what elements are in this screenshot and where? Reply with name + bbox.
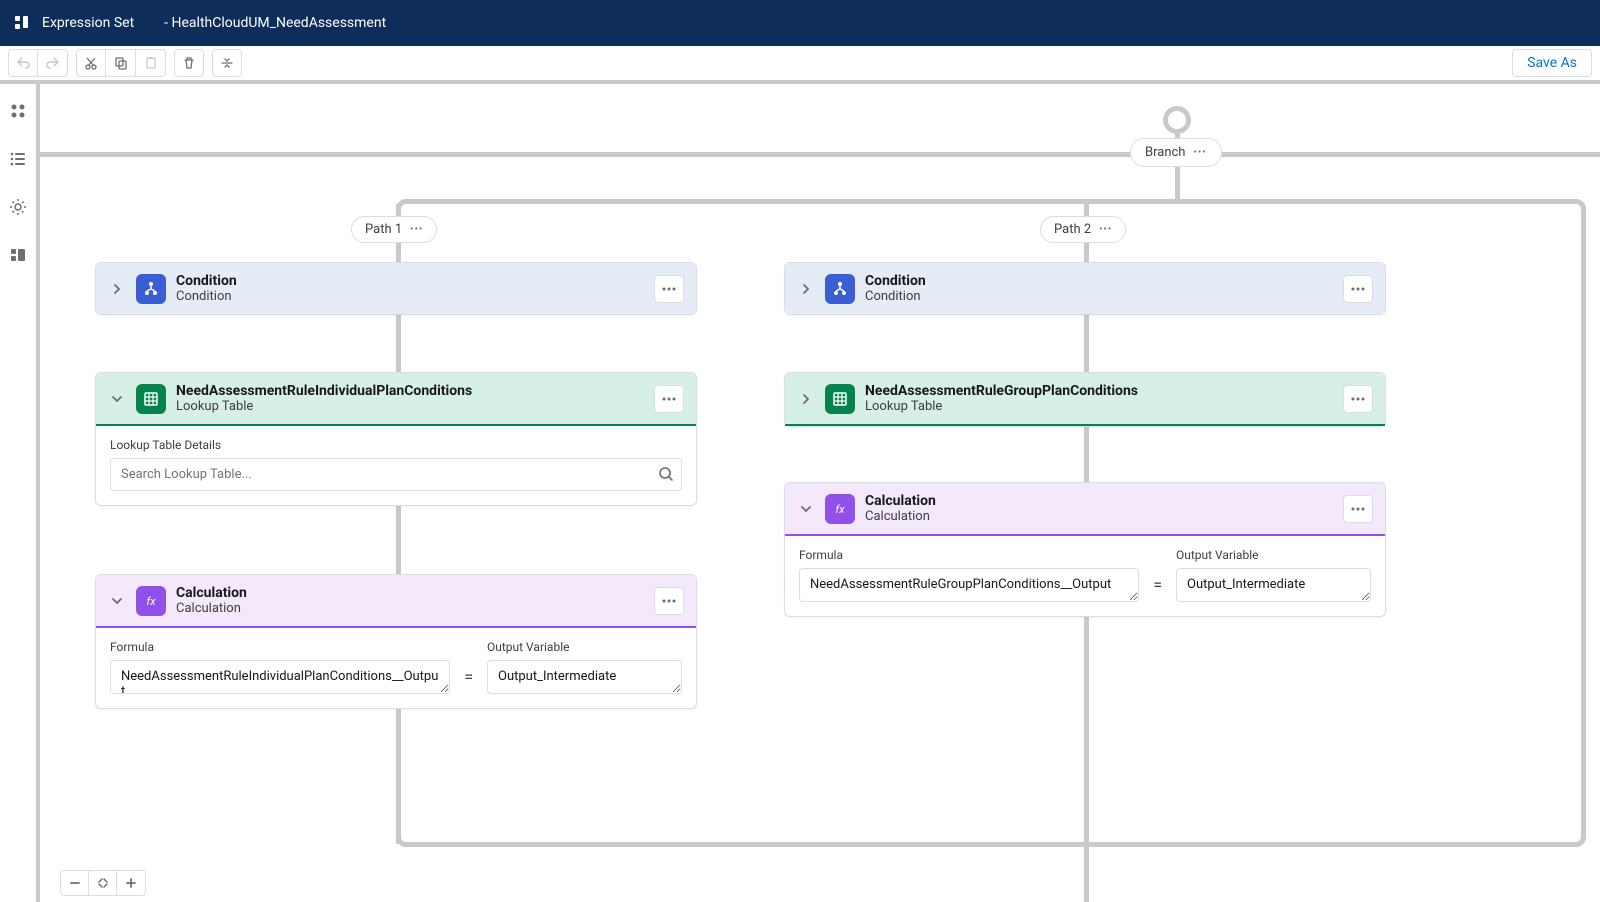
path-1-node[interactable]: Path 1 •••	[351, 216, 437, 243]
lookup-search-input[interactable]	[110, 458, 682, 491]
calculation-node[interactable]: fx Calculation Calculation Formula = Out…	[784, 482, 1386, 617]
node-subtitle: Calculation	[865, 509, 1333, 524]
output-label: Output Variable	[487, 640, 682, 654]
node-menu-button[interactable]	[1343, 385, 1373, 413]
lookup-table-node[interactable]: NeedAssessmentRuleIndividualPlanConditio…	[95, 372, 697, 506]
node-menu-button[interactable]	[654, 385, 684, 413]
more-icon[interactable]: •••	[1193, 147, 1206, 158]
path-label: Path 2	[1054, 222, 1091, 237]
node-subtitle: Lookup Table	[865, 399, 1333, 414]
more-icon[interactable]: •••	[410, 224, 423, 235]
toolbar: Save As	[0, 46, 1600, 84]
zoom-in-button[interactable]	[117, 871, 145, 895]
cut-button[interactable]	[76, 49, 106, 77]
output-variable-input[interactable]	[487, 660, 682, 694]
list-icon[interactable]	[9, 150, 27, 168]
node-subtitle: Lookup Table	[176, 399, 644, 414]
chevron-right-icon[interactable]	[797, 280, 815, 298]
section-label: Lookup Table Details	[110, 438, 682, 452]
svg-text:fx: fx	[146, 595, 156, 608]
node-subtitle: Calculation	[176, 601, 644, 616]
chevron-right-icon[interactable]	[108, 280, 126, 298]
path-2-node[interactable]: Path 2 •••	[1040, 216, 1126, 243]
connector-line	[1084, 772, 1089, 902]
condition-node[interactable]: Condition Condition	[95, 262, 697, 315]
more-icon[interactable]: •••	[1099, 224, 1112, 235]
paste-button[interactable]	[136, 49, 166, 77]
output-variable-input[interactable]	[1176, 568, 1371, 602]
node-title: Condition	[865, 273, 1333, 289]
collapse-button[interactable]	[212, 49, 242, 77]
node-menu-button[interactable]	[654, 275, 684, 303]
zoom-controls	[60, 870, 146, 896]
chevron-down-icon[interactable]	[108, 592, 126, 610]
condition-icon	[825, 274, 855, 304]
table-icon	[825, 384, 855, 414]
app-header: Expression Set - HealthCloudUM_NeedAsses…	[0, 0, 1600, 46]
branch-node[interactable]: Branch •••	[1130, 138, 1222, 167]
search-icon[interactable]	[658, 466, 674, 482]
branch-label: Branch	[1145, 145, 1185, 160]
data-icon[interactable]	[9, 246, 27, 264]
lookup-table-node[interactable]: NeedAssessmentRuleGroupPlanConditions Lo…	[784, 372, 1386, 427]
equals-sign: =	[464, 667, 473, 694]
app-title: Expression Set	[42, 15, 134, 31]
record-name: - HealthCloudUM_NeedAssessment	[164, 15, 386, 31]
chevron-right-icon[interactable]	[797, 390, 815, 408]
delete-button[interactable]	[174, 49, 204, 77]
zoom-out-button[interactable]	[61, 871, 89, 895]
app-logo-icon	[12, 13, 32, 33]
formula-label: Formula	[799, 548, 1139, 562]
node-menu-button[interactable]	[654, 587, 684, 615]
table-icon	[136, 384, 166, 414]
calculation-node[interactable]: fx Calculation Calculation Formula = Out…	[95, 574, 697, 709]
copy-button[interactable]	[106, 49, 136, 77]
formula-label: Formula	[110, 640, 450, 654]
output-label: Output Variable	[1176, 548, 1371, 562]
path-label: Path 1	[365, 222, 402, 237]
components-icon[interactable]	[9, 102, 27, 120]
formula-input[interactable]	[799, 568, 1139, 602]
save-as-button[interactable]: Save As	[1512, 49, 1592, 77]
formula-input[interactable]	[110, 660, 450, 694]
condition-node[interactable]: Condition Condition	[784, 262, 1386, 315]
node-title: Calculation	[865, 493, 1333, 509]
chevron-down-icon[interactable]	[797, 500, 815, 518]
formula-icon: fx	[136, 586, 166, 616]
undo-button[interactable]	[8, 49, 38, 77]
node-subtitle: Condition	[176, 289, 644, 304]
node-title: Condition	[176, 273, 644, 289]
chevron-down-icon[interactable]	[108, 390, 126, 408]
node-menu-button[interactable]	[1343, 495, 1373, 523]
node-title: NeedAssessmentRuleGroupPlanConditions	[865, 383, 1333, 399]
flow-canvas[interactable]: Branch ••• Path 1 ••• Path 2 ••• Conditi…	[40, 84, 1600, 902]
left-sidebar	[0, 84, 40, 902]
equals-sign: =	[1153, 575, 1162, 602]
node-subtitle: Condition	[865, 289, 1333, 304]
formula-icon: fx	[825, 494, 855, 524]
connector-line	[40, 152, 1600, 157]
settings-icon[interactable]	[9, 198, 27, 216]
fit-button[interactable]	[89, 871, 117, 895]
node-title: Calculation	[176, 585, 644, 601]
svg-text:fx: fx	[835, 503, 845, 516]
start-node[interactable]	[1163, 106, 1191, 134]
node-menu-button[interactable]	[1343, 275, 1373, 303]
condition-icon	[136, 274, 166, 304]
node-title: NeedAssessmentRuleIndividualPlanConditio…	[176, 383, 644, 399]
redo-button[interactable]	[38, 49, 68, 77]
